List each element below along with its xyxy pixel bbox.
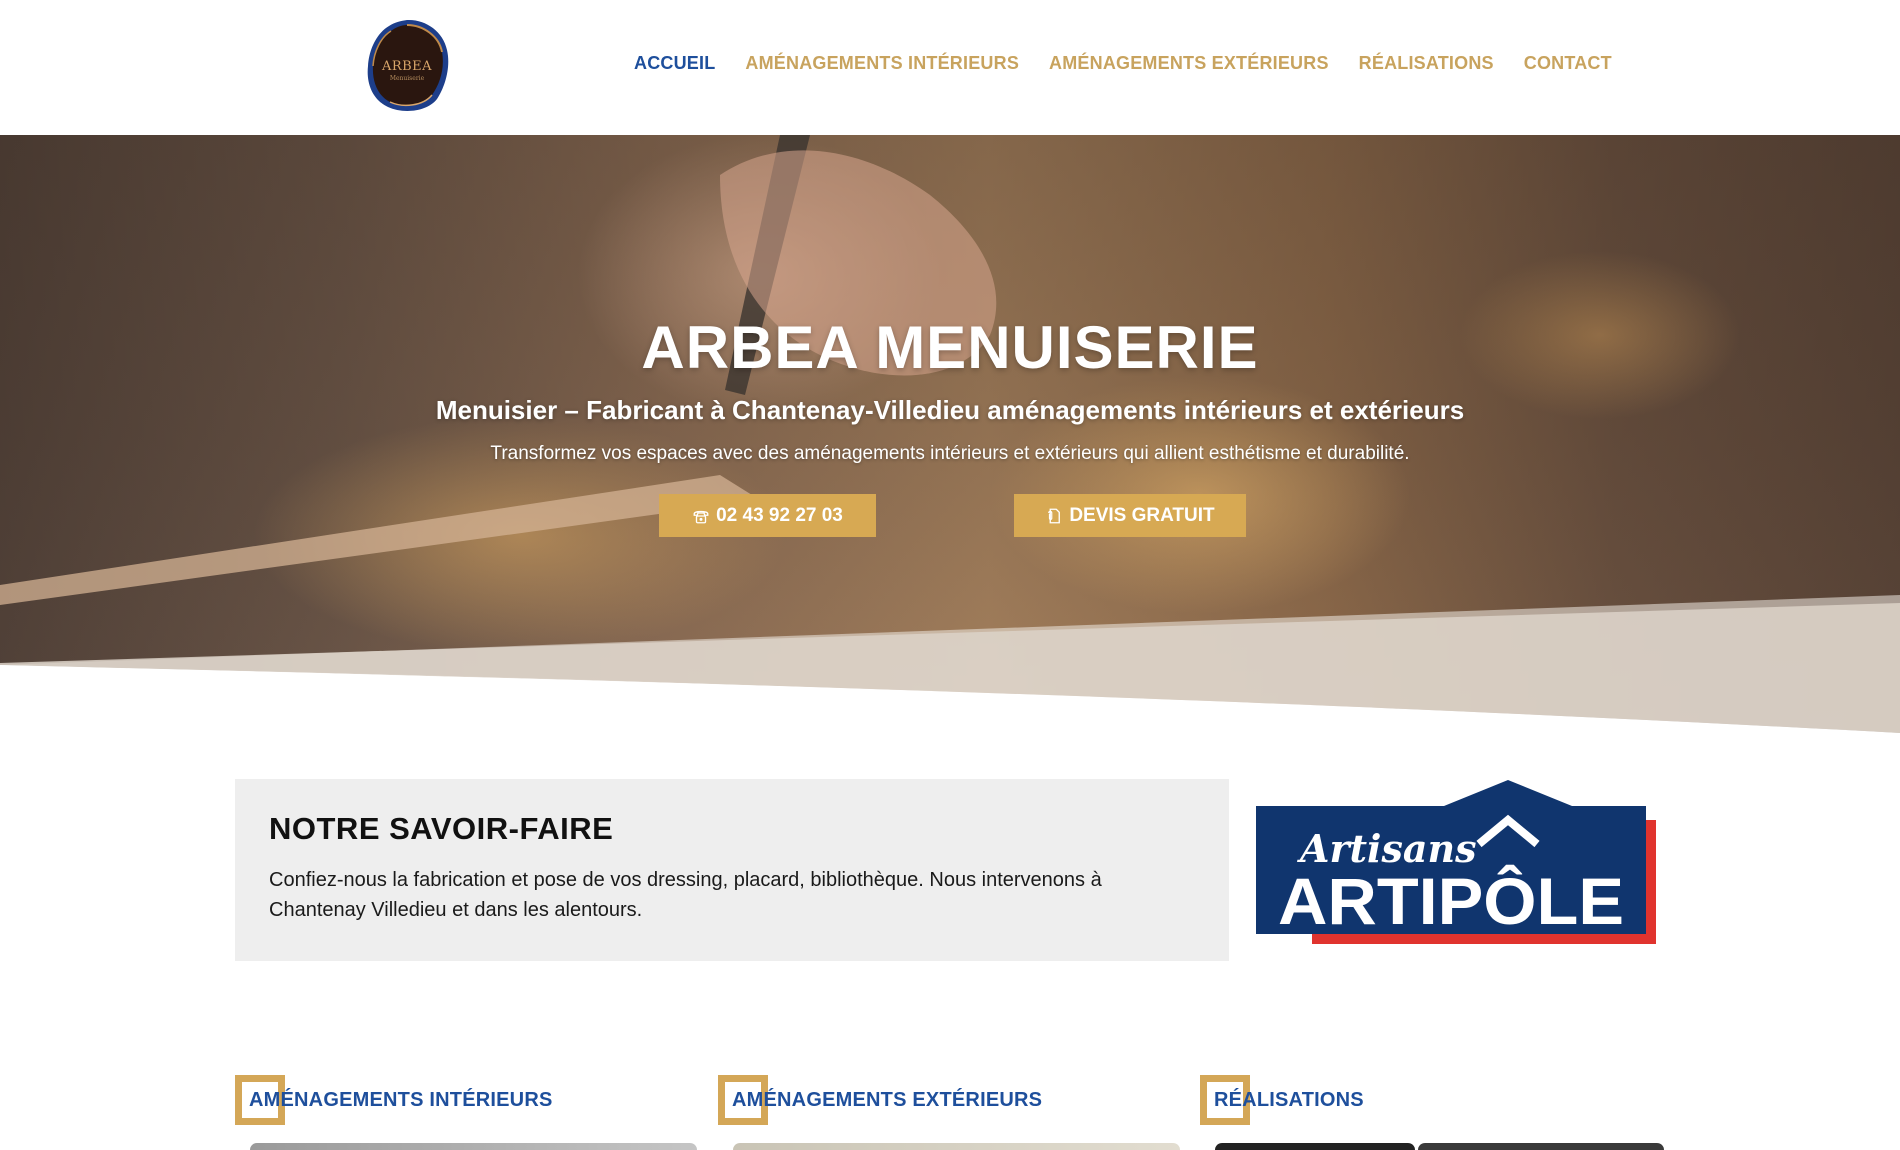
- hero-wave-divider: [0, 135, 1900, 735]
- site-header: ARBEA Menuiserie ACCUEIL AMÉNAGEMENTS IN…: [0, 0, 1900, 135]
- nav-item-contact[interactable]: CONTACT: [1524, 53, 1612, 74]
- category-label: AMÉNAGEMENTS INTÉRIEURS: [249, 1089, 553, 1111]
- nav-item-amenagements-exterieurs[interactable]: AMÉNAGEMENTS EXTÉRIEURS: [1049, 53, 1329, 74]
- logo-subtitle: Menuiserie: [389, 75, 425, 82]
- category-image-realisations[interactable]: [1215, 1143, 1415, 1150]
- savoir-faire-text: Confiez-nous la fabrication et pose de v…: [269, 869, 1102, 921]
- hero-section: ARBEA MENUISERIE Menuisier – Fabricant à…: [0, 135, 1900, 735]
- devis-button-label: DEVIS GRATUIT: [1069, 504, 1215, 526]
- category-image-realisations-2[interactable]: [1418, 1143, 1664, 1150]
- hero-title: ARBEA MENUISERIE: [641, 314, 1259, 381]
- document-icon: [1048, 508, 1061, 523]
- devis-button[interactable]: DEVIS GRATUIT: [1014, 494, 1246, 537]
- site-logo[interactable]: ARBEA Menuiserie: [363, 17, 451, 115]
- artipole-line2: ARTIPÔLE: [1278, 864, 1624, 938]
- phone-icon: [693, 510, 709, 523]
- main-nav: ACCUEIL AMÉNAGEMENTS INTÉRIEURS AMÉNAGEM…: [634, 53, 1612, 74]
- category-label: RÉALISATIONS: [1214, 1089, 1364, 1111]
- phone-button[interactable]: 02 43 92 27 03: [659, 494, 876, 537]
- hero-description: Transformez vos espaces avec des aménage…: [490, 443, 1410, 464]
- savoir-faire-panel: NOTRE SAVOIR-FAIRE Confiez-nous la fabri…: [235, 779, 1229, 961]
- category-image-exterieurs[interactable]: [733, 1143, 1180, 1150]
- logo-title: ARBEA: [381, 59, 433, 74]
- artipole-badge: Artisans ARTIPÔLE: [1256, 780, 1656, 944]
- nav-item-amenagements-interieurs[interactable]: AMÉNAGEMENTS INTÉRIEURS: [745, 53, 1019, 74]
- category-label: AMÉNAGEMENTS EXTÉRIEURS: [732, 1089, 1043, 1111]
- savoir-faire-title: NOTRE SAVOIR-FAIRE: [269, 811, 614, 846]
- hero-subtitle: Menuisier – Fabricant à Chantenay-Villed…: [435, 395, 1465, 425]
- nav-item-realisations[interactable]: RÉALISATIONS: [1359, 53, 1494, 74]
- category-image-interieurs[interactable]: [250, 1143, 697, 1150]
- nav-item-accueil[interactable]: ACCUEIL: [634, 53, 715, 74]
- phone-button-label: 02 43 92 27 03: [716, 504, 843, 526]
